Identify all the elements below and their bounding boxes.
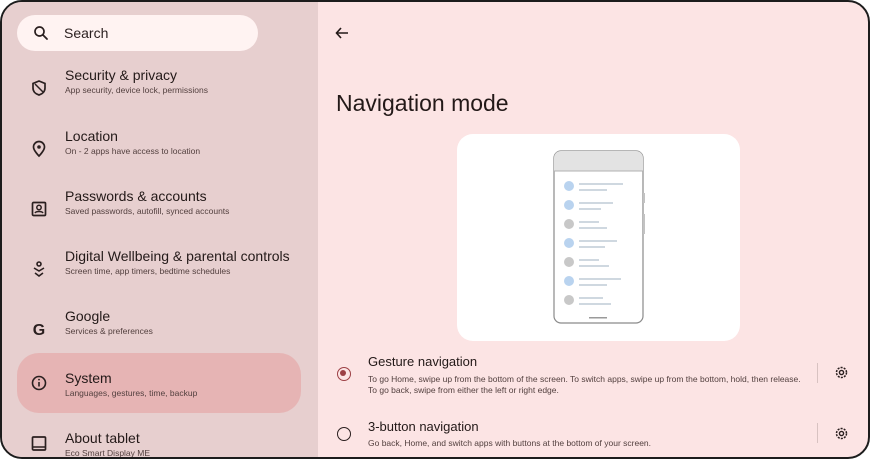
sidebar-item-title: Location bbox=[65, 128, 118, 144]
location-pin-icon bbox=[32, 140, 46, 158]
divider bbox=[817, 363, 818, 383]
option-title: 3-button navigation bbox=[368, 419, 479, 434]
main-content: Navigation mode Gesture navigation To go… bbox=[318, 2, 868, 457]
sidebar-item-system[interactable]: System Languages, gestures, time, backup bbox=[17, 353, 301, 413]
sidebar-item-title: Digital Wellbeing & parental controls bbox=[65, 248, 290, 264]
sidebar-item-subtitle: Saved passwords, autofill, synced accoun… bbox=[65, 206, 230, 216]
sidebar-item-subtitle: Services & preferences bbox=[65, 326, 153, 336]
svg-text:G: G bbox=[33, 322, 45, 338]
navigation-illustration bbox=[457, 134, 740, 341]
sidebar-item-subtitle: Languages, gestures, time, backup bbox=[65, 388, 198, 398]
account-box-icon bbox=[31, 201, 47, 217]
tablet-icon bbox=[31, 436, 47, 451]
option-description: To go Home, swipe up from the bottom of … bbox=[368, 374, 801, 395]
option-description: Go back, Home, and switch apps with butt… bbox=[368, 438, 652, 448]
sidebar-item-location[interactable]: Location On - 2 apps have access to loca… bbox=[17, 119, 301, 179]
search-label: Search bbox=[64, 25, 109, 41]
sidebar-item-subtitle: App security, device lock, permissions bbox=[65, 85, 208, 95]
search-icon bbox=[34, 26, 48, 40]
radio-gesture-navigation[interactable] bbox=[337, 367, 351, 381]
sidebar-item-about-tablet[interactable]: About tablet Eco Smart Display ME bbox=[17, 420, 301, 458]
sidebar-item-subtitle: Screen time, app timers, bedtime schedul… bbox=[65, 266, 231, 276]
back-arrow-icon[interactable] bbox=[334, 25, 350, 41]
sidebar-item-passwords-accounts[interactable]: Passwords & accounts Saved passwords, au… bbox=[17, 179, 301, 239]
shield-icon bbox=[32, 80, 46, 96]
sidebar-item-title: Google bbox=[65, 308, 111, 324]
sidebar-item-title: Passwords & accounts bbox=[65, 188, 207, 204]
phone-illustration bbox=[553, 150, 645, 324]
sidebar-item-google[interactable]: G Google Services & preferences bbox=[17, 299, 301, 359]
option-title: Gesture navigation bbox=[368, 354, 478, 369]
sidebar-item-security-privacy[interactable]: Security & privacy App security, device … bbox=[17, 58, 301, 118]
info-icon bbox=[31, 375, 47, 391]
sidebar-item-digital-wellbeing[interactable]: Digital Wellbeing & parental controls Sc… bbox=[17, 239, 301, 299]
gear-icon[interactable] bbox=[833, 425, 850, 442]
device-frame: Search Security & privacy App security, … bbox=[0, 0, 870, 459]
divider bbox=[817, 423, 818, 443]
page-title: Navigation mode bbox=[336, 90, 509, 116]
sidebar-item-title: About tablet bbox=[65, 430, 140, 446]
gear-icon[interactable] bbox=[833, 364, 850, 381]
wellbeing-icon bbox=[33, 261, 45, 277]
sidebar-item-subtitle: Eco Smart Display ME bbox=[65, 448, 151, 458]
sidebar-item-title: System bbox=[65, 370, 112, 386]
radio-3-button-navigation[interactable] bbox=[337, 427, 351, 441]
settings-sidebar: Search Security & privacy App security, … bbox=[2, 2, 318, 457]
google-g-icon: G bbox=[33, 322, 45, 338]
sidebar-item-subtitle: On - 2 apps have access to location bbox=[65, 146, 201, 156]
search-bar[interactable]: Search bbox=[17, 15, 258, 51]
sidebar-item-title: Security & privacy bbox=[65, 67, 178, 83]
